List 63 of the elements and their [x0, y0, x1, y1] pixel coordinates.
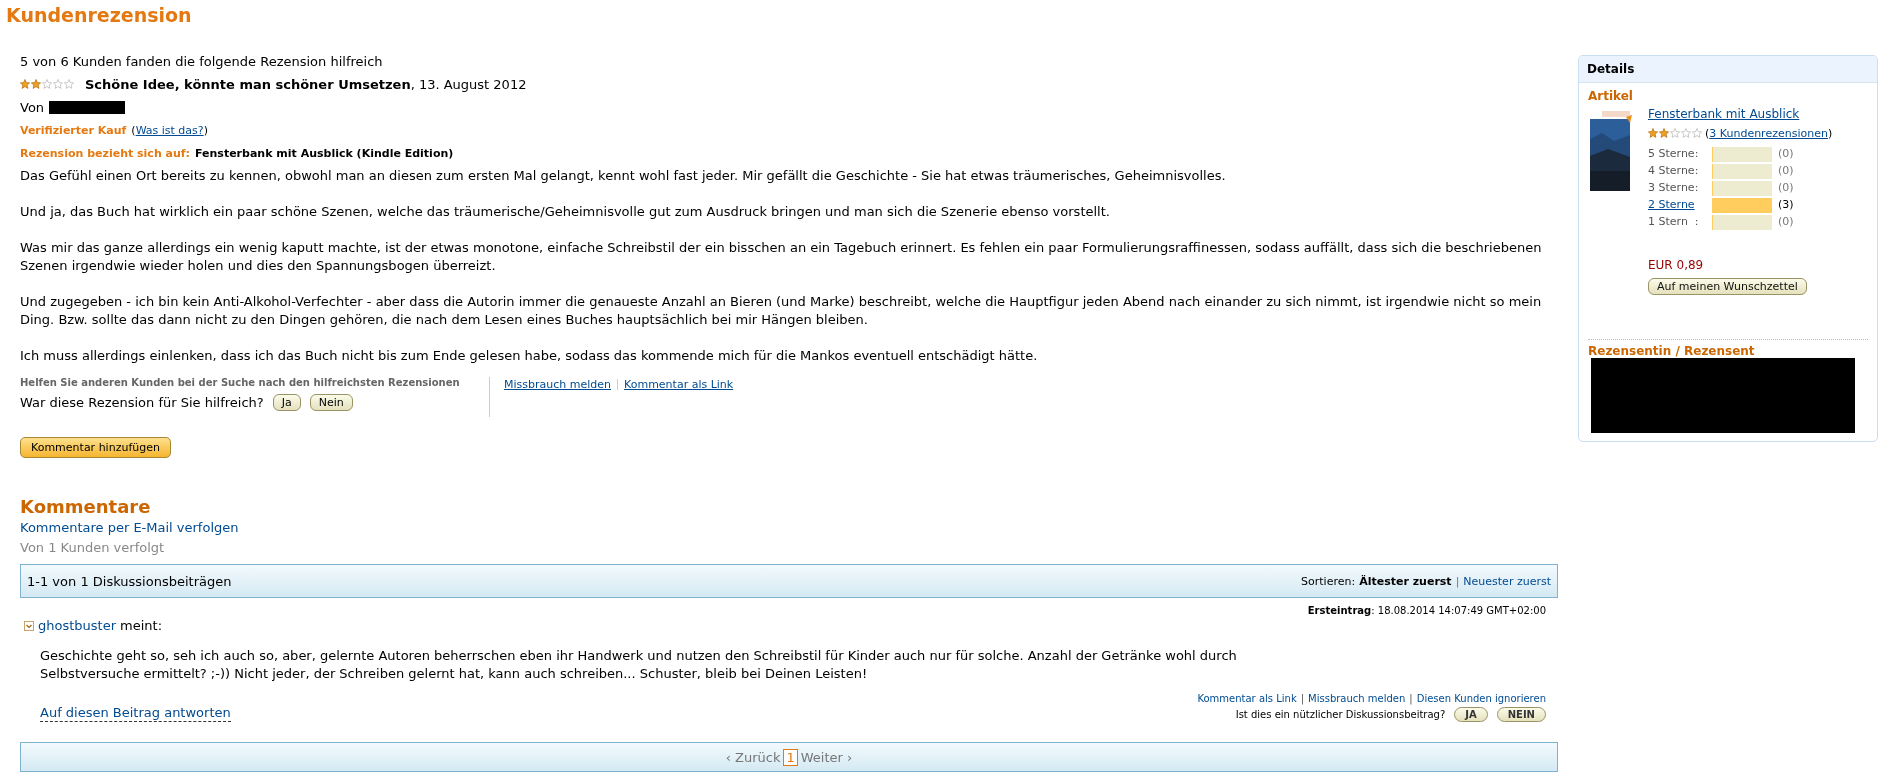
comment-link[interactable]: Diesen Kunden ignorieren — [1416, 693, 1546, 704]
rating-label: 3 Sterne: — [1648, 181, 1700, 196]
rating-label: 4 Sterne: — [1648, 164, 1700, 179]
collapse-icon[interactable] — [24, 620, 34, 631]
review-paragraph: Und zugegeben - ich bin kein Anti-Alkohol-Verfechter - aber dass die Autorin immer die genaueste Anzahl an Bieren (und Marke) beschreibt, welche die Hauptfigur jeden Abend nach einander zu sich nimmt, ist irgendwie nicht so mein Ding. Bzw. sollte das dann nicht zu den Dingen gehören, die nach dem Lesen eines Buches hauptsächlich bei mir Hängen bleiben. — [20, 293, 1543, 329]
rating-label: 1 Stern : — [1648, 215, 1700, 230]
sort-option[interactable]: Neuester zuerst — [1463, 574, 1551, 588]
helpful-question: War diese Rezension für Sie hilfreich? — [20, 394, 264, 412]
rating-count: (0) — [1778, 215, 1795, 230]
vote-button[interactable]: Ja — [272, 394, 301, 411]
helpful-summary: 5 von 6 Kunden fanden die folgende Rezension hilfreich — [20, 53, 383, 71]
sort-option[interactable]: Ältester zuerst — [1359, 574, 1452, 588]
review-paragraph: Ich muss allerdings einlenken, dass ich das Buch nicht bis zum Ende gelesen habe, sodass das kommende mich für die Mankos eventuell entschädigt hätte. — [20, 347, 1039, 365]
reviewer-heading: Rezensentin / Rezensent — [1588, 344, 1756, 358]
what-is-this-link[interactable]: Was ist das? — [135, 124, 204, 137]
post-count: 1-1 von 1 Diskussionsbeiträgen — [27, 573, 232, 589]
review-paragraph: Und ja, das Buch hat wirklich ein paar schöne Szenen, welche das träumerische/Geheimnisvolle gut zum Ausdruck bringen und man sich die Szenerie ebenso vorstellt. — [20, 203, 1111, 221]
rating-label[interactable]: 2 Sterne — [1648, 198, 1706, 213]
page-title: Kundenrezension — [6, 3, 193, 28]
verified-label: Verifizierter Kauf — [20, 123, 127, 139]
vote-button[interactable]: NEIN — [1496, 707, 1546, 722]
author-link[interactable]: ghostbuster — [38, 618, 117, 633]
comment-link[interactable]: Missbrauch melden — [1308, 693, 1406, 704]
reply-link[interactable]: Auf diesen Beitrag antworten — [40, 705, 231, 722]
reviews-count: (3 Kundenrezensionen) — [1705, 126, 1833, 142]
wishlist-button[interactable]: Auf meinen Wunschzettel — [1648, 278, 1807, 295]
book-title-link[interactable]: Fensterbank mit Ausblick — [1648, 107, 1833, 121]
rating-count: (3) — [1778, 198, 1795, 213]
article-heading: Artikel — [1588, 89, 1634, 103]
review-paragraph: Das Gefühl einen Ort bereits zu kennen, obwohl man an diesen zum ersten Mal gelangt, kennt wohl fast jeder. Mir gefällt die Geschichte - Sie hat etwas träumerisches, Geheimnisvolles. — [20, 167, 1227, 185]
sort-label: Sortieren: — [1301, 574, 1356, 588]
comments-heading: Kommentare — [20, 496, 152, 518]
review-paragraph: Was mir das ganze allerdings ein wenig kaputt machte, ist der etwas monotone, einfache Schreibstil der ein bisschen an ein Tagebuch erinnert. Es fehlen ein paar Formulierungsraffinessen, sodass auffällt, dass sich die beschriebenen Szenen irgendwie wieder holen und dies den Spannungsbogen überreizt. — [20, 239, 1543, 275]
previous-link[interactable]: ‹ Zurück — [725, 749, 781, 765]
rating-label: 5 Sterne: — [1648, 147, 1700, 162]
rating-count: (0) — [1778, 164, 1795, 179]
refers-label: Rezension bezieht sich auf: — [20, 146, 190, 162]
author-label: Von — [20, 99, 45, 117]
follow-link[interactable]: Kommentare per E-Mail verfolgen — [20, 520, 239, 535]
price: EUR 0,89 — [1648, 258, 1705, 272]
first-entry: Ersteintrag: 18.08.2014 14:07:49 GMT+02:00 — [1307, 605, 1546, 616]
rating-count: (0) — [1778, 181, 1795, 196]
rating-count: (0) — [1778, 147, 1795, 162]
add-comment-button[interactable]: Kommentar hinzufügen — [20, 437, 171, 458]
separator: | — [1409, 693, 1413, 704]
useful-question: Ist dies ein nützlicher Diskussionsbeitrag? — [1235, 707, 1446, 722]
separator: | — [1300, 693, 1305, 704]
says-label: meint: — [120, 618, 163, 633]
help-hint: Helfen Sie anderen Kunden bei der Suche nach den hilfreichsten Rezensionen — [20, 377, 461, 388]
review-link[interactable]: Kommentar als Link — [624, 377, 734, 391]
next-link[interactable]: Weiter › — [800, 749, 853, 765]
followers-count: Von 1 Kunden verfolgt — [20, 539, 166, 557]
review-heading: Schöne Idee, könnte man schöner Umsetzen, 13. August 2012 — [85, 76, 527, 94]
separator: | — [1455, 574, 1460, 588]
panel-title: Details — [1579, 56, 1877, 83]
review-link[interactable]: Missbrauch melden — [504, 377, 611, 391]
vote-button[interactable]: JA — [1454, 707, 1488, 722]
vote-button[interactable]: Nein — [309, 394, 353, 411]
verified-info: (Was ist das?) — [131, 123, 208, 139]
reviews-link[interactable]: 3 Kundenrezensionen — [1709, 127, 1828, 140]
comment-link[interactable]: Kommentar als Link — [1197, 693, 1297, 704]
comment-text: Geschichte geht so, seh ich auch so, aber, gelernte Autoren beherrschen eben ihr Handwerk und nutzen den Schreibstil für Kinder auch nur für solche. Anzahl der Getränke wohl durch Selbstversuche ermittelt? ;-)) Nicht jeder, der Schreiben gelernt hat, kann auch schreiben... Schuster, bleib bei Deinen Leisten! — [40, 647, 1238, 683]
refers-item: Fensterbank mit Ausblick (Kindle Edition) — [195, 146, 454, 162]
